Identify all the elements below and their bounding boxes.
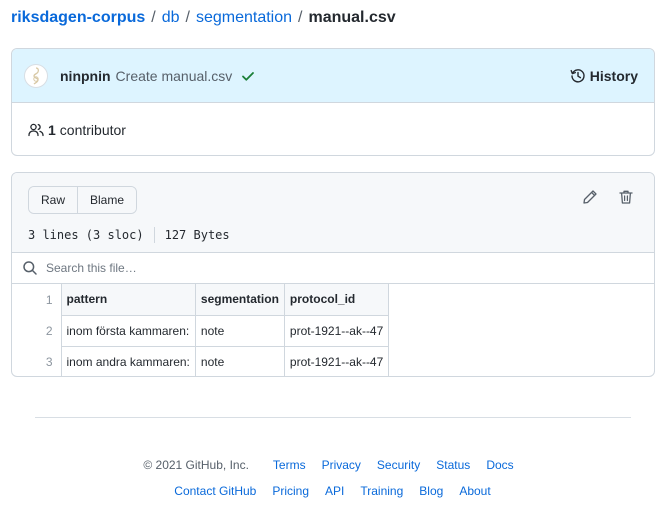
table-cell: note [194,314,285,347]
footer-link-docs[interactable]: Docs [486,458,513,472]
contributor-count[interactable]: 1 [48,122,56,138]
footer-link-training[interactable]: Training [360,484,403,498]
file-actions [582,189,634,208]
breadcrumb-repo-link[interactable]: riksdagen-corpus [11,8,145,28]
table-cell: prot-1921--ak--47 [283,314,390,347]
pencil-icon[interactable] [582,189,598,208]
file-search [12,253,654,284]
breadcrumb-separator: / [151,9,156,26]
contributors-row: 1 contributor [12,103,654,155]
footer-link-pricing[interactable]: Pricing [272,484,309,498]
copyright: © 2021 GitHub, Inc. [143,458,249,472]
commit-message-link[interactable]: Create manual.csv [116,68,233,84]
raw-button[interactable]: Raw [29,187,78,213]
file-size: 127 Bytes [164,228,230,242]
breadcrumb: riksdagen-corpus / db / segmentation / m… [11,8,396,28]
file-header: Raw Blame 3 lines (3 sloc) 127 Bytes [12,173,654,253]
footer-link-privacy[interactable]: Privacy [322,458,361,472]
avatar[interactable] [24,63,48,88]
footer-link-contact[interactable]: Contact GitHub [174,484,256,498]
search-file-input[interactable] [44,260,344,276]
table-cell: note [194,345,285,376]
table-cell: inom andra kammaren: [60,345,196,376]
check-icon[interactable] [240,68,256,84]
commit-author-link[interactable]: ninpnin [60,68,111,84]
breadcrumb-separator: / [185,9,190,26]
breadcrumb-file-name: manual.csv [308,9,396,26]
column-header: pattern [60,284,196,316]
file-viewer: Raw Blame 3 lines (3 sloc) 127 Bytes Sea… [11,172,655,377]
search-icon [23,261,37,275]
history-icon [570,68,585,83]
footer-link-status[interactable]: Status [436,458,470,472]
footer-link-api[interactable]: API [325,484,344,498]
column-header: segmentation [194,284,285,316]
breadcrumb-db-link[interactable]: db [162,8,180,28]
footer-link-security[interactable]: Security [377,458,420,472]
csv-table: 1 pattern segmentation protocol_id 2 ino… [12,284,390,376]
people-icon [28,122,44,138]
blame-button[interactable]: Blame [77,187,137,213]
table-header-row: 1 pattern segmentation protocol_id [12,284,390,316]
contributor-label: contributor [59,121,126,138]
footer-link-about[interactable]: About [459,484,490,498]
breadcrumb-segmentation-link[interactable]: segmentation [196,8,292,28]
line-number[interactable]: 1 [12,284,61,315]
footer-divider [35,417,631,418]
footer-link-blog[interactable]: Blog [419,484,443,498]
column-header: protocol_id [283,284,390,316]
lines-info: 3 lines (3 sloc) [28,228,144,242]
commit-header: ninpnin Create manual.csv History [12,49,654,103]
table-cell: prot-1921--ak--47 [283,345,390,376]
history-link[interactable]: History [570,68,638,84]
table-row: 3 inom andra kammaren: note prot-1921--a… [12,345,390,376]
file-info: 3 lines (3 sloc) 127 Bytes [28,227,230,243]
footer-secondary: Contact GitHub Pricing API Training Blog… [0,484,665,498]
history-label: History [589,67,638,84]
line-number[interactable]: 3 [12,346,61,376]
table-row: 2 inom första kammaren: note prot-1921--… [12,314,390,347]
table-cell: inom första kammaren: [60,314,196,347]
latest-commit-box: ninpnin Create manual.csv History 1 cont… [11,48,655,156]
line-number[interactable]: 2 [12,315,61,346]
avatar-glyph-icon [33,66,40,84]
view-button-group: Raw Blame [28,186,138,214]
info-divider [153,227,155,243]
trash-icon[interactable] [618,189,634,208]
footer-primary: © 2021 GitHub, Inc. Terms Privacy Securi… [0,458,665,472]
breadcrumb-separator: / [298,9,303,26]
footer-link-terms[interactable]: Terms [273,458,306,472]
